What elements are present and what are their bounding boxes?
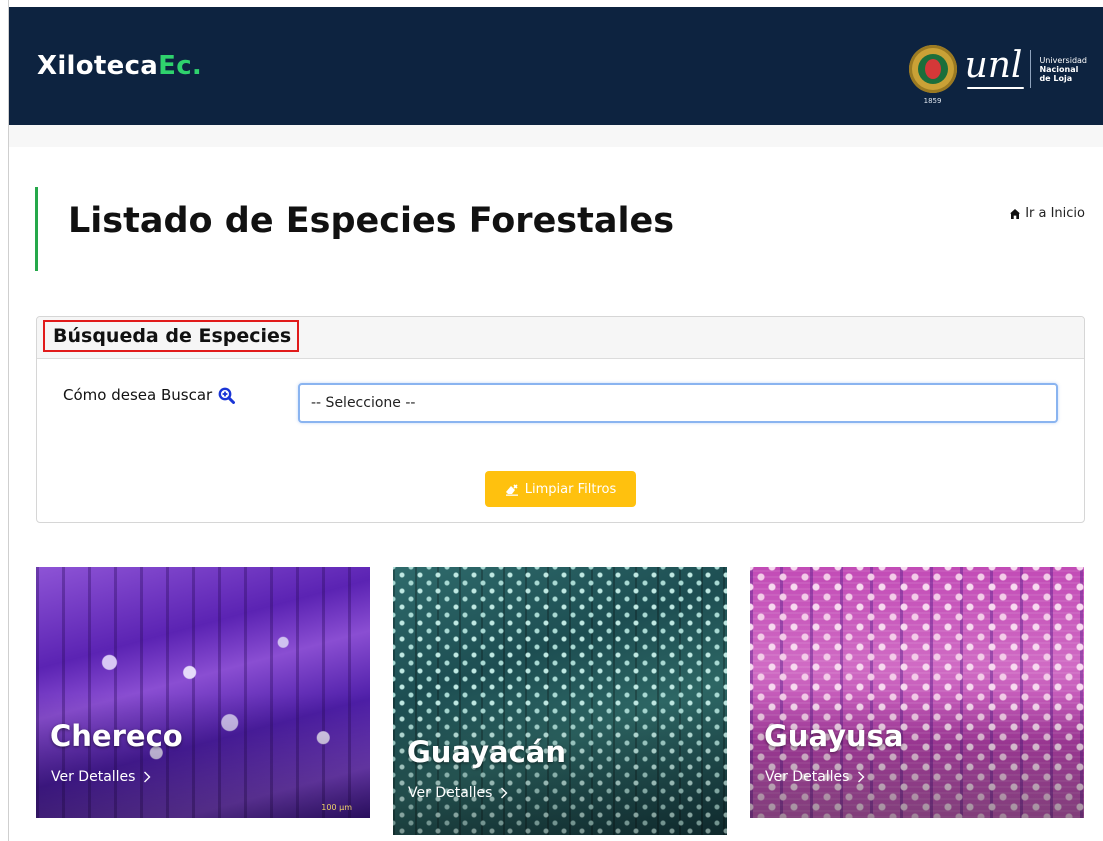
species-name: Chereco [50, 719, 183, 753]
search-plus-icon [218, 387, 236, 404]
card-overlay [36, 692, 370, 818]
top-navbar: XilotecaEc. 1859 unl Universidad Naciona… [9, 7, 1103, 125]
search-mode-select[interactable]: -- Seleccione -- [298, 383, 1058, 423]
view-details-label: Ver Detalles [51, 769, 136, 785]
view-details-link[interactable]: Ver Detalles [408, 785, 508, 801]
chevron-right-icon [501, 787, 508, 799]
view-details-link[interactable]: Ver Detalles [765, 769, 865, 785]
university-seal-icon: 1859 [908, 45, 957, 105]
view-details-link[interactable]: Ver Detalles [51, 769, 151, 785]
chevron-right-icon [144, 771, 151, 783]
university-name: Universidad Nacional de Loja [1039, 56, 1087, 83]
unl-wordmark: unl [965, 48, 1025, 90]
view-details-label: Ver Detalles [765, 769, 850, 785]
species-card-guayacan[interactable]: Guayacán Ver Detalles [393, 567, 727, 835]
clear-filters-button[interactable]: Limpiar Filtros [485, 471, 636, 507]
logo-divider [1030, 50, 1032, 88]
chevron-right-icon [858, 771, 865, 783]
page-title: Listado de Especies Forestales [68, 201, 675, 241]
eraser-icon [505, 483, 518, 496]
search-card: Búsqueda de Especies Cómo desea Buscar -… [36, 316, 1085, 523]
home-link-label: Ir a Inicio [1025, 206, 1085, 221]
home-link[interactable]: Ir a Inicio [1009, 206, 1085, 221]
university-logo: 1859 unl Universidad Nacional de Loja [908, 39, 1087, 105]
search-card-header: Búsqueda de Especies [37, 317, 1084, 359]
title-accent-bar [35, 187, 38, 271]
species-name: Guayusa [764, 719, 904, 753]
micrograph-scale-label: 100 µm [321, 803, 352, 812]
uni-line-2: Nacional [1039, 64, 1079, 74]
species-name: Guayacán [407, 735, 567, 769]
search-card-title: Búsqueda de Especies [43, 320, 300, 352]
view-details-label: Ver Detalles [408, 785, 493, 801]
home-icon [1010, 208, 1021, 219]
species-card-chereco[interactable]: Chereco Ver Detalles 100 µm [36, 567, 370, 818]
header-underlay [9, 125, 1103, 147]
brand-name: Xiloteca [37, 51, 159, 81]
brand-logo[interactable]: XilotecaEc. [37, 51, 202, 81]
brand-accent: Ec. [158, 51, 203, 81]
uni-line-3: de Loja [1039, 73, 1073, 83]
card-overlay [750, 692, 1084, 818]
seal-year: 1859 [923, 97, 942, 105]
clear-filters-label: Limpiar Filtros [524, 481, 617, 497]
uni-line-1: Universidad [1039, 55, 1087, 65]
species-card-guayusa[interactable]: Guayusa Ver Detalles [750, 567, 1084, 818]
search-label-text: Cómo desea Buscar [63, 386, 213, 404]
search-label: Cómo desea Buscar [63, 386, 236, 404]
